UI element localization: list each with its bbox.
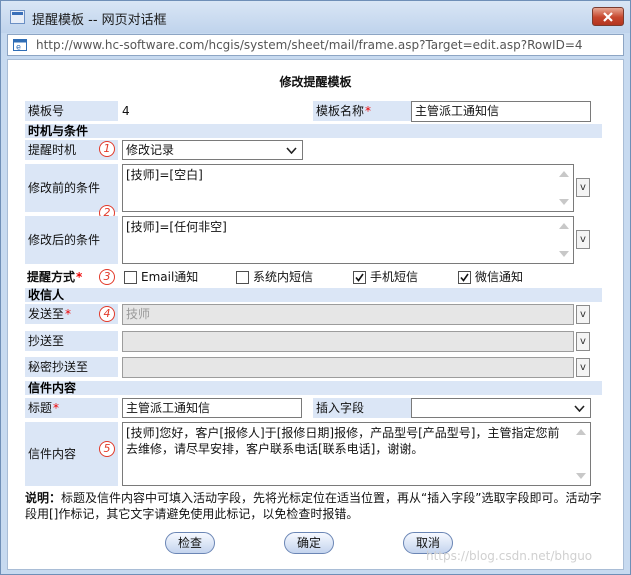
chevron-down-icon [286, 147, 297, 154]
body-textarea[interactable]: [技师]您好，客户[报修人]于[报修日期]报修，产品型号[产品型号]，主管指定您… [122, 422, 591, 486]
send-to-v-button[interactable]: v [576, 305, 590, 324]
section-recipients: 收信人 [25, 288, 602, 302]
cc-label: 抄送至 [25, 331, 118, 351]
checkmark-icon [355, 273, 364, 282]
remind-time-value: 修改记录 [126, 143, 175, 157]
close-icon [603, 12, 613, 22]
form-content: 修改提醒模板 模板号 4 模板名称* 主管派工通知信 时机与条件 提醒时机 1 … [7, 59, 624, 570]
watermark: https://blog.csdn.net/bhguo [426, 549, 593, 563]
method-mobile-sms-label: 手机短信 [370, 270, 419, 284]
scroll-down-icon[interactable] [559, 199, 569, 205]
dialog-window: 提醒模板 -- 网页对话框 e http://www.hc-software.c… [0, 0, 631, 575]
section-content: 信件内容 [25, 381, 602, 395]
before-condition-value: [技师]=[空白] [126, 168, 203, 182]
method-wechat-label: 微信通知 [475, 270, 524, 284]
after-condition-textarea[interactable]: [技师]=[任何非空] [122, 216, 574, 264]
window-title: 提醒模板 -- 网页对话框 [32, 13, 167, 28]
template-name-label: 模板名称* [313, 101, 411, 121]
remind-time-select[interactable]: 修改记录 [122, 140, 303, 160]
send-to-input[interactable]: 技师 [122, 304, 574, 325]
method-label: 提醒方式* [27, 270, 83, 284]
cc-input[interactable] [122, 331, 574, 352]
help-note: 说明：标题及信件内容中可填入活动字段，先将光标定位在适当位置，再从“插入字段”选… [25, 490, 605, 522]
after-condition-v-button[interactable]: v [576, 230, 590, 249]
form-heading: 修改提醒模板 [279, 75, 352, 89]
before-condition-textarea[interactable]: [技师]=[空白] [122, 164, 574, 212]
subject-label: 标题* [25, 398, 118, 418]
cc-v-button[interactable]: v [576, 332, 590, 351]
page-icon: e [13, 39, 27, 52]
section-timing: 时机与条件 [25, 124, 602, 138]
insert-field-select[interactable] [411, 398, 591, 418]
bcc-input[interactable] [122, 357, 574, 378]
address-url: http://www.hc-software.com/hcgis/system/… [36, 38, 583, 52]
title-bar: 提醒模板 -- 网页对话框 [1, 1, 630, 33]
bcc-v-button[interactable]: v [576, 358, 590, 377]
marker-1: 1 [99, 141, 115, 157]
svg-text:e: e [16, 43, 21, 52]
checkmark-icon [460, 273, 469, 282]
method-email-label: Email通知 [141, 270, 199, 284]
method-internal-sms-checkbox[interactable] [236, 271, 249, 284]
scroll-up-icon[interactable] [559, 223, 569, 229]
after-condition-label: 修改后的条件 [25, 216, 118, 264]
bcc-label: 秘密抄送至 [25, 357, 118, 377]
marker-5: 5 [99, 441, 115, 457]
marker-4: 4 [99, 306, 115, 322]
close-button[interactable] [592, 7, 624, 26]
help-note-text: 标题及信件内容中可填入活动字段，先将光标定位在适当位置，再从“插入字段”选取字段… [25, 491, 602, 521]
insert-field-label: 插入字段 [313, 398, 411, 418]
scroll-down-icon[interactable] [559, 251, 569, 257]
after-condition-value: [技师]=[任何非空] [126, 220, 227, 234]
method-mobile-sms-checkbox[interactable] [353, 271, 366, 284]
address-bar: e http://www.hc-software.com/hcgis/syste… [7, 34, 624, 56]
scroll-down-icon[interactable] [576, 473, 586, 479]
window-app-icon [10, 10, 25, 24]
chevron-down-icon [574, 405, 585, 412]
check-button[interactable]: 检查 [165, 532, 215, 554]
scroll-up-icon[interactable] [559, 171, 569, 177]
subject-input[interactable]: 主管派工通知信 [122, 398, 302, 418]
method-internal-sms-label: 系统内短信 [253, 270, 314, 284]
template-no-value: 4 [122, 104, 130, 118]
before-condition-v-button[interactable]: v [576, 178, 590, 197]
body-value: [技师]您好，客户[报修人]于[报修日期]报修，产品型号[产品型号]，主管指定您… [126, 426, 560, 456]
method-email-checkbox[interactable] [124, 271, 137, 284]
template-no-label: 模板号 [25, 101, 118, 121]
template-name-input[interactable]: 主管派工通知信 [411, 101, 591, 122]
marker-3: 3 [99, 269, 115, 285]
ok-button[interactable]: 确定 [284, 532, 334, 554]
help-note-title: 说明： [25, 491, 62, 505]
scroll-up-icon[interactable] [576, 429, 586, 435]
method-wechat-checkbox[interactable] [458, 271, 471, 284]
